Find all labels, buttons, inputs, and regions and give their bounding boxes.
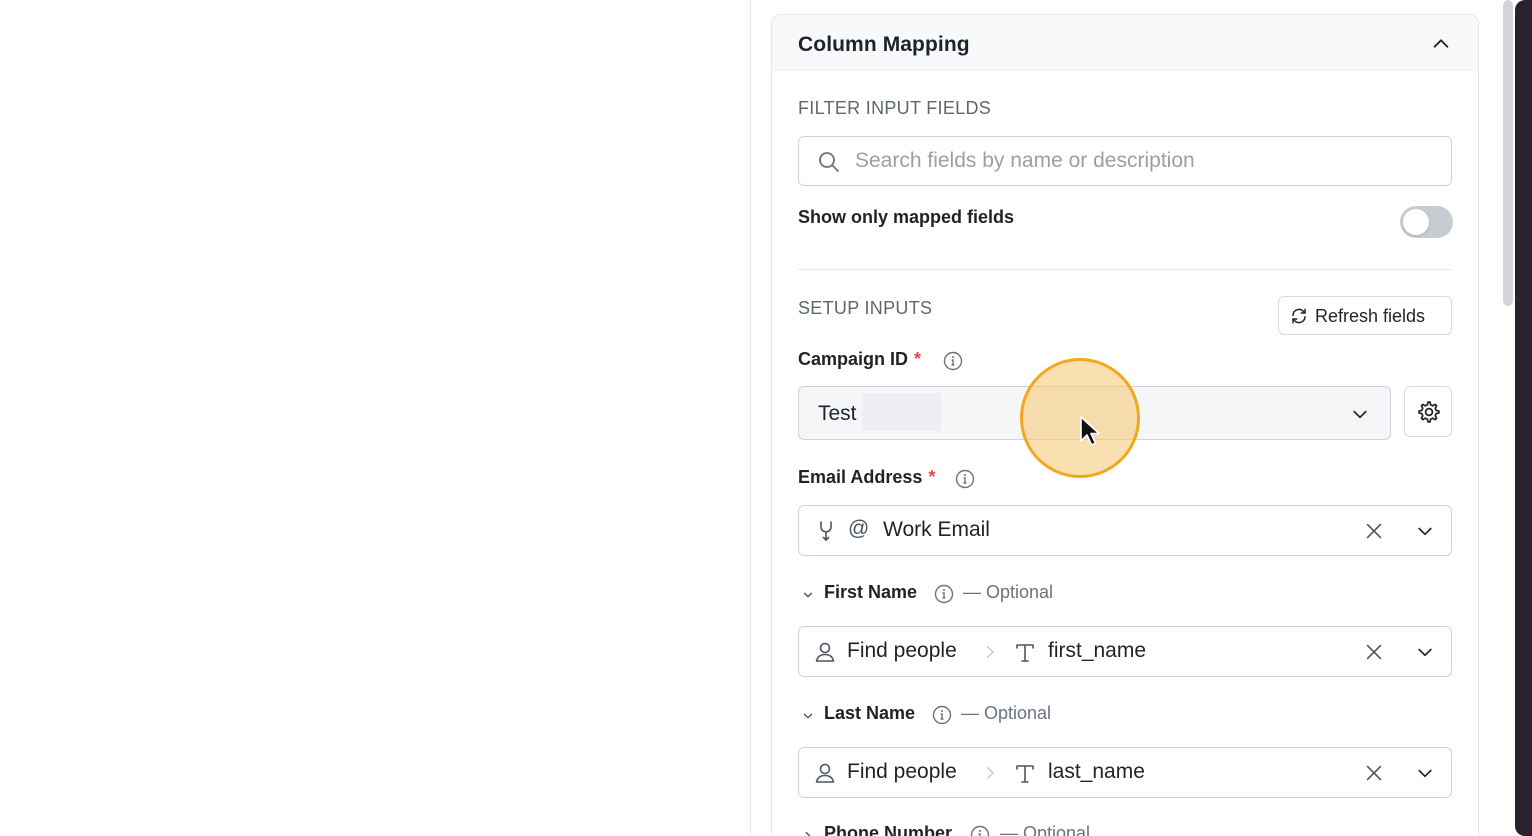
campaign-settings-button[interactable] (1404, 386, 1452, 437)
close-icon[interactable] (1363, 641, 1385, 663)
chevron-right-icon (987, 767, 994, 779)
phone-number-label: Phone Number (824, 823, 953, 836)
last-name-optional: — Optional (961, 703, 1052, 723)
chevron-down-icon[interactable] (1415, 642, 1435, 662)
mapped-fields-toggle-label: Show only mapped fields (798, 207, 1015, 227)
search-input[interactable] (855, 145, 1435, 177)
refresh-icon (1292, 308, 1306, 324)
chevron-down-icon[interactable] (1415, 521, 1435, 541)
required-mark: * (914, 349, 922, 369)
refresh-fields-label: Refresh fields (1315, 306, 1426, 326)
chevron-right-icon[interactable] (801, 829, 815, 836)
card-title: Column Mapping (798, 33, 970, 56)
close-icon[interactable] (1363, 520, 1385, 542)
toggle-knob (1403, 209, 1429, 235)
last-name-source: Find people (847, 760, 957, 783)
email-address-mapping[interactable]: @ Work Email (798, 505, 1452, 556)
phone-number-optional: — Optional (1000, 823, 1091, 836)
first-name-source: Find people (847, 639, 957, 662)
scrollbar-thumb[interactable] (1503, 0, 1513, 306)
info-icon[interactable] (943, 351, 963, 371)
email-address-label-text: Email Address (798, 467, 923, 487)
info-icon[interactable] (934, 584, 954, 604)
campaign-id-label-text: Campaign ID (798, 349, 909, 369)
close-icon[interactable] (1363, 762, 1385, 784)
at-icon: @ (848, 517, 870, 540)
text-type-icon (1016, 644, 1034, 662)
mapped-fields-toggle[interactable] (1400, 206, 1453, 238)
info-icon[interactable] (955, 469, 975, 489)
setup-section-label: SETUP INPUTS (798, 298, 933, 318)
search-icon (819, 152, 839, 172)
email-address-label: Email Address * (798, 467, 935, 488)
person-icon (815, 763, 835, 783)
merge-icon (820, 521, 832, 541)
email-address-value: Work Email (883, 518, 990, 541)
search-field[interactable] (798, 136, 1452, 186)
first-name-label: First Name (824, 582, 918, 602)
chevron-down-icon[interactable] (801, 709, 815, 723)
info-icon[interactable] (932, 705, 952, 725)
chevron-right-icon (987, 646, 994, 658)
first-name-optional: — Optional (963, 582, 1054, 602)
refresh-fields-button[interactable]: Refresh fields (1278, 296, 1452, 335)
window-edge (1515, 0, 1532, 836)
required-mark: * (928, 467, 936, 487)
first-name-mapping[interactable]: Find people first_name (798, 626, 1452, 677)
campaign-id-label: Campaign ID * (798, 349, 921, 370)
card-header[interactable]: Column Mapping (772, 15, 1478, 71)
campaign-id-value: Test (818, 402, 857, 425)
filter-section-label: FILTER INPUT FIELDS (798, 98, 992, 118)
section-divider (798, 269, 1452, 270)
chevron-down-icon[interactable] (801, 588, 815, 602)
chevron-down-icon (1353, 410, 1367, 419)
text-type-icon (1016, 765, 1034, 783)
last-name-mapping[interactable]: Find people last_name (798, 747, 1452, 798)
chevron-up-icon[interactable] (1430, 33, 1452, 55)
cursor-arrow-icon (1080, 416, 1100, 446)
last-name-label: Last Name (824, 703, 916, 723)
gear-icon (1418, 401, 1440, 423)
redacted-region (862, 393, 941, 431)
info-icon[interactable] (970, 825, 990, 836)
chevron-down-icon[interactable] (1415, 763, 1435, 783)
person-icon (815, 642, 835, 662)
first-name-value: first_name (1048, 639, 1147, 662)
main-canvas-blank (0, 0, 750, 836)
last-name-value: last_name (1048, 760, 1145, 783)
